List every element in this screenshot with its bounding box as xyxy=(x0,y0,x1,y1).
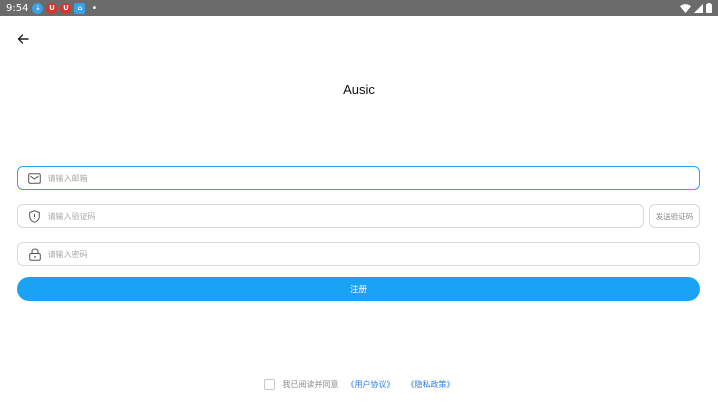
signal-icon xyxy=(694,3,703,13)
download-icon: ⇣ xyxy=(32,2,44,14)
back-button[interactable] xyxy=(14,30,32,48)
user-agreement-link[interactable]: 《用户协议》 xyxy=(347,379,395,390)
app-notification-icon: U xyxy=(60,2,72,14)
register-button[interactable]: 注册 xyxy=(17,277,700,301)
shield-icon xyxy=(28,209,42,223)
mail-icon xyxy=(28,171,42,185)
status-indicators xyxy=(680,3,712,13)
send-code-button[interactable]: 发送验证码 xyxy=(649,204,700,228)
app-notification-icon: ⌂ xyxy=(74,2,86,14)
email-input[interactable] xyxy=(47,173,699,183)
email-field[interactable] xyxy=(17,166,700,190)
app-notification-icon: U xyxy=(46,2,58,14)
wifi-icon xyxy=(680,3,691,13)
battery-icon xyxy=(706,3,712,13)
more-notifications-dot: • xyxy=(91,2,98,14)
app-title: Ausic xyxy=(343,82,375,97)
lock-icon xyxy=(28,247,42,261)
agree-text: 我已阅读并同意 xyxy=(282,380,339,389)
password-input[interactable] xyxy=(47,249,699,259)
password-field[interactable] xyxy=(17,242,700,266)
verification-code-field[interactable] xyxy=(17,204,644,228)
agree-checkbox[interactable] xyxy=(263,379,275,390)
status-bar: 9:54 ⇣ U U ⌂ • xyxy=(0,0,718,16)
status-time: 9:54 xyxy=(6,2,29,14)
arrow-left-icon xyxy=(17,34,29,44)
privacy-policy-link[interactable]: 《隐私政策》 xyxy=(407,379,455,390)
verification-code-input[interactable] xyxy=(47,211,643,221)
agreement-row: 我已阅读并同意 《用户协议》 《隐私政策》 xyxy=(0,379,718,390)
